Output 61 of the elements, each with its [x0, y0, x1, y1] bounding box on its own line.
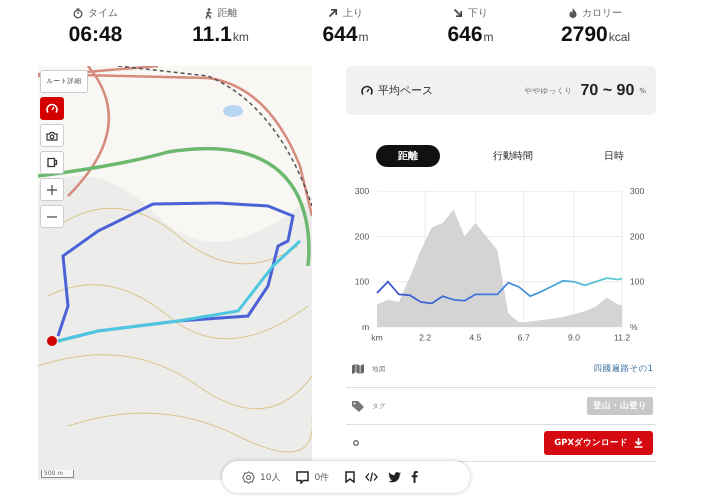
- plus-icon: [47, 184, 57, 194]
- pace-button[interactable]: [40, 97, 64, 120]
- stat-label: 下り: [468, 7, 488, 20]
- stat-label: タイム: [88, 7, 118, 20]
- comment-count: 0件: [314, 472, 330, 484]
- speedometer-icon: [46, 103, 58, 114]
- facebook-icon[interactable]: [411, 471, 418, 483]
- arrow-down-right-icon: [453, 8, 463, 18]
- speedometer-icon: [361, 85, 373, 96]
- camera-icon: [46, 130, 58, 140]
- stopwatch-icon: [73, 8, 83, 18]
- stat-value: 646: [447, 23, 483, 47]
- download-icon: [634, 438, 643, 448]
- cup-icon: [46, 157, 58, 168]
- zoom-in-button[interactable]: [40, 178, 64, 201]
- walker-icon: [204, 8, 212, 18]
- y-tick-label: 100: [354, 276, 370, 287]
- chart-tab[interactable]: 行動時間: [475, 145, 551, 167]
- arrow-up-right-icon: [328, 8, 338, 18]
- comment-icon[interactable]: [296, 470, 310, 484]
- chart-tab[interactable]: 日時: [586, 145, 642, 167]
- flower-badge-icon[interactable]: [242, 470, 255, 484]
- map-icon: [352, 364, 364, 374]
- gpx-download-button[interactable]: GPXダウンロード: [544, 431, 653, 455]
- y-tick-label: %: [630, 322, 638, 332]
- y-tick-label: 200: [630, 231, 644, 242]
- y-tick-label: 300: [630, 186, 644, 196]
- stat-unit: kcal: [608, 30, 630, 44]
- y-tick-label: 100: [630, 276, 644, 287]
- x-tick-label: 4.5: [469, 332, 482, 342]
- x-tick-label: 6.7: [518, 332, 530, 342]
- flame-icon: [569, 8, 577, 18]
- stat-unit: km: [232, 30, 249, 44]
- cup-button[interactable]: [40, 151, 64, 174]
- bookmark-icon[interactable]: [345, 471, 356, 483]
- like-count: 10人: [260, 472, 280, 484]
- minus-icon: [47, 216, 57, 218]
- pace-value: 70 ~ 90: [580, 82, 634, 100]
- camera-button[interactable]: [40, 124, 64, 147]
- y-tick-label: m: [362, 322, 370, 332]
- stat-label: カロリー: [582, 7, 622, 20]
- x-tick-label: 11.2: [614, 332, 630, 342]
- stat-label: 上り: [343, 6, 363, 20]
- chart-tab[interactable]: 距離: [376, 145, 440, 167]
- bird-icon[interactable]: [388, 472, 402, 482]
- y-tick-label: 300: [354, 186, 370, 196]
- x-tick-label: km: [371, 332, 383, 342]
- stat-label: 距離: [218, 7, 238, 20]
- map-link[interactable]: 四國遍路その1: [594, 363, 653, 375]
- stat-value: 644: [322, 23, 358, 47]
- stat-value: 2790: [560, 23, 608, 47]
- pace-label: 平均ペース: [378, 83, 433, 98]
- tag-icon: [352, 400, 364, 412]
- embed-code-icon[interactable]: [365, 472, 378, 482]
- stat-value: 06:48: [68, 23, 122, 47]
- x-tick-label: 2.2: [419, 332, 432, 342]
- x-tick-label: 9.0: [568, 332, 580, 342]
- stat-unit: m: [358, 30, 369, 44]
- y-tick-label: 200: [354, 231, 370, 242]
- stat-unit: m: [484, 30, 494, 44]
- stat-value: 11.1: [192, 23, 232, 47]
